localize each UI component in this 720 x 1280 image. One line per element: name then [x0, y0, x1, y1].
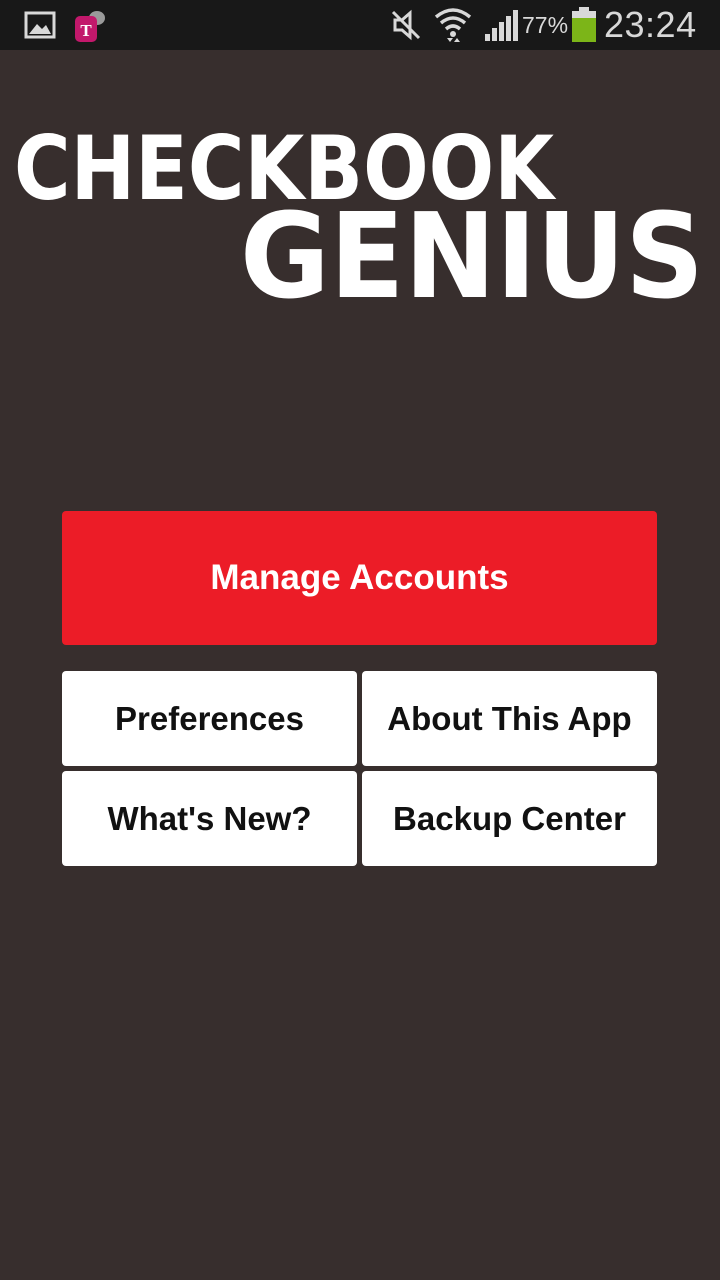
logo-text-genius: GENIUS — [240, 187, 704, 310]
t-mobile-keys-icon: T — [70, 0, 110, 50]
backup-center-button[interactable]: Backup Center — [362, 771, 657, 866]
mute-icon — [388, 0, 424, 50]
battery-percent: 77% — [522, 12, 569, 38]
about-this-app-button[interactable]: About This App — [362, 671, 657, 766]
manage-accounts-button[interactable]: Manage Accounts — [62, 511, 657, 645]
status-bar: T 77% 23:24 — [0, 0, 720, 50]
clock: 23:24 — [604, 4, 697, 45]
manage-accounts-label: Manage Accounts — [210, 558, 509, 597]
preferences-label: Preferences — [115, 699, 304, 737]
preferences-button[interactable]: Preferences — [62, 671, 357, 766]
battery-icon — [570, 0, 598, 50]
whats-new-label: What's New? — [107, 799, 312, 837]
whats-new-button[interactable]: What's New? — [62, 771, 357, 866]
about-this-app-label: About This App — [387, 699, 632, 737]
gallery-icon — [22, 0, 58, 50]
backup-center-label: Backup Center — [393, 799, 626, 837]
app-logo: CHECKBOOK GENIUS — [0, 110, 720, 325]
wifi-icon — [432, 0, 474, 50]
signal-icon — [482, 0, 520, 50]
svg-text:T: T — [80, 21, 92, 40]
